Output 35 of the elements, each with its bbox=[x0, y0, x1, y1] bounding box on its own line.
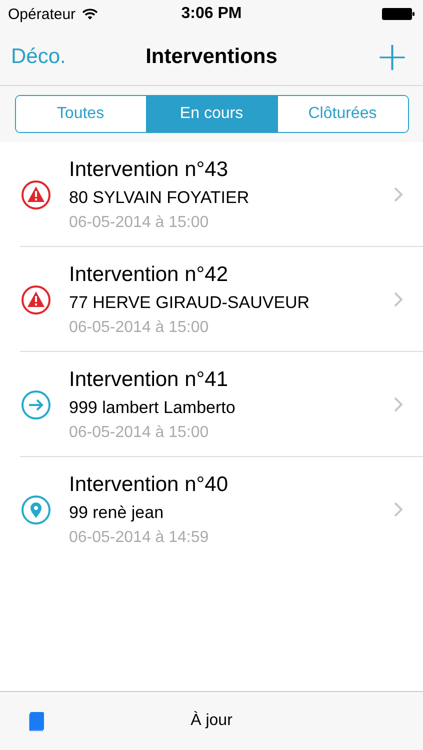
intervention-title: Intervention n°41 bbox=[69, 368, 228, 392]
warning-icon bbox=[20, 284, 50, 314]
chevron-icon bbox=[394, 292, 403, 307]
wifi-icon bbox=[82, 8, 98, 20]
filter-tab[interactable]: Clôturées bbox=[276, 96, 408, 132]
screen-title: Interventions bbox=[146, 44, 278, 68]
clock-time: 3:06 PM bbox=[181, 5, 242, 23]
battery-icon bbox=[382, 8, 415, 20]
add-button[interactable]: + bbox=[371, 36, 413, 76]
intervention-date: 06-05-2014 à 15:00 bbox=[69, 424, 209, 442]
filter-tab[interactable]: Toutes bbox=[16, 96, 146, 132]
intervention-date: 06-05-2014 à 14:59 bbox=[69, 528, 209, 546]
intervention-title: Intervention n°43 bbox=[69, 158, 228, 182]
intervention-title: Intervention n°40 bbox=[69, 472, 228, 496]
chevron-icon bbox=[394, 502, 403, 517]
intervention-date: 06-05-2014 à 15:00 bbox=[69, 318, 209, 336]
intervention-row[interactable]: Intervention n°40 99 renè jean 06-05-2014 à 14:59 bbox=[0, 457, 423, 562]
intervention-row[interactable]: Intervention n°41 999 lambert Lamberto 06-05-2014 à 15:00 bbox=[0, 352, 423, 457]
location-pin-icon bbox=[20, 494, 50, 524]
chevron-icon bbox=[394, 397, 403, 412]
intervention-row[interactable]: Intervention n°42 77 HERVE GIRAUD-SAUVEUR 06-05-2014 à 15:00 bbox=[0, 247, 423, 352]
filter-tab[interactable]: En cours bbox=[146, 96, 276, 132]
intervention-date: 06-05-2014 à 15:00 bbox=[69, 214, 209, 232]
carrier-name: Opérateur bbox=[8, 6, 76, 22]
chevron-icon bbox=[394, 187, 403, 202]
intervention-title: Intervention n°42 bbox=[69, 262, 228, 286]
disconnect-button[interactable]: Déco. bbox=[11, 44, 66, 68]
sync-status: À jour bbox=[190, 712, 232, 730]
book-icon[interactable] bbox=[29, 712, 44, 730]
client-name: 999 lambert Lamberto bbox=[69, 398, 236, 418]
client-name: 77 HERVE GIRAUD-SAUVEUR bbox=[69, 292, 310, 312]
client-name: 99 renè jean bbox=[69, 502, 164, 522]
client-name: 80 SYLVAIN FOYATIER bbox=[69, 188, 250, 208]
intervention-row[interactable]: Intervention n°43 80 SYLVAIN FOYATIER 06-05-2014 à 15:00 bbox=[0, 142, 423, 247]
warning-icon bbox=[20, 180, 50, 210]
